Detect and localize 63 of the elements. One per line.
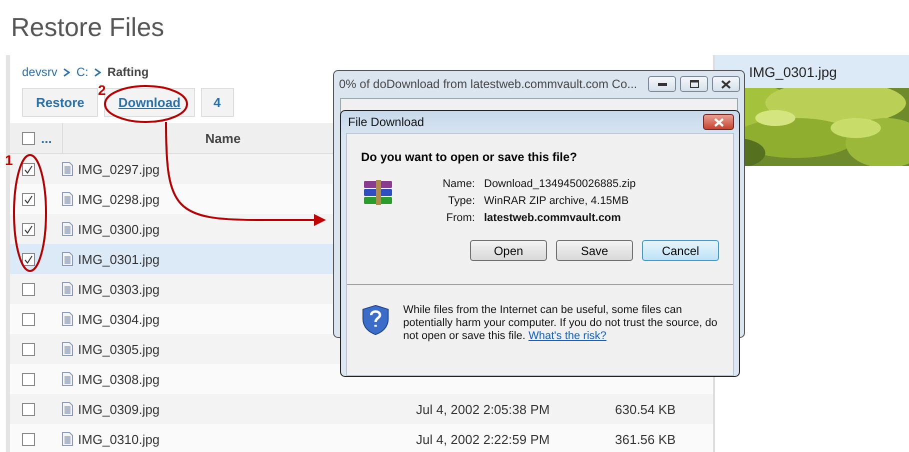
checkbox[interactable] [22,432,35,446]
file-name[interactable]: IMG_0310.jpg [78,432,160,446]
checkbox[interactable] [22,192,35,206]
breadcrumb-link[interactable]: C: [76,65,88,79]
minimize-icon [658,82,666,86]
dialog-button[interactable]: Save [556,240,633,261]
file-name[interactable]: IMG_0305.jpg [78,342,160,356]
checkbox[interactable] [22,282,35,296]
file-name[interactable]: IMG_0297.jpg [78,162,160,176]
maximize-button[interactable] [680,76,708,92]
field-value: latestweb.commvault.com [484,212,622,224]
field-label: Type: [447,195,475,207]
checkbox[interactable] [22,162,35,176]
preview-title: IMG_0301.jpg [749,64,837,80]
file-name[interactable]: IMG_0298.jpg [78,192,160,206]
breadcrumb-link[interactable]: devsrv [22,65,58,79]
annotation-number: 1 [5,152,13,168]
file-name[interactable]: IMG_0309.jpg [78,402,160,416]
dialog-button[interactable]: Open [470,240,547,261]
table-cell: Jul 4, 2002 2:05:38 PM [403,394,598,424]
close-icon [714,118,724,126]
table-cell: Jul 4, 2002 2:22:59 PM [403,424,598,452]
table-cell: 361.56 KB [598,424,713,452]
count-button[interactable]: 4 [200,88,234,117]
field-label: Name: [442,178,475,190]
field-value: Download_1349450026885.zip [484,178,636,190]
download-button[interactable]: Download [104,88,195,117]
risk-link[interactable]: What's the risk? [528,330,606,342]
annotation-number: 2 [98,82,106,98]
checkbox[interactable] [22,222,35,236]
dialog-question: Do you want to open or save this file? [360,149,578,164]
file-icon [62,252,73,266]
breadcrumb-current: Rafting [107,65,149,79]
restore-button[interactable]: Restore [22,88,98,117]
field-value: WinRAR ZIP archive, 4.15MB [484,195,630,207]
file-name[interactable]: IMG_0303.jpg [78,282,160,296]
checkbox[interactable] [22,132,35,144]
checkbox[interactable] [22,342,35,356]
file-name[interactable]: IMG_0300.jpg [78,222,160,236]
checkbox[interactable] [22,372,35,386]
chevron-icon [63,68,70,76]
close-button[interactable] [703,114,734,130]
column-header[interactable]: ... [41,130,52,146]
checkbox[interactable] [22,252,35,266]
close-icon [721,80,731,88]
archive-icon [363,180,395,206]
table-cell: 630.54 KB [598,394,713,424]
file-name[interactable]: IMG_0301.jpg [78,252,160,266]
minimize-button[interactable] [648,76,676,92]
dialog-button[interactable]: Cancel [642,240,719,261]
checkbox[interactable] [22,402,35,416]
page-title: Restore Files [11,12,164,43]
close-button[interactable] [712,76,740,92]
window-title: 0% of doDownload from latestweb.commvault.com Co... [339,77,638,91]
checkbox[interactable] [22,312,35,326]
field-label: From: [445,212,475,224]
maximize-icon [690,80,698,88]
file-name[interactable]: IMG_0308.jpg [78,372,160,386]
shield-icon [362,304,390,336]
file-name[interactable]: IMG_0304.jpg [78,312,160,326]
dialog-title: File Download [348,115,426,129]
chevron-icon [94,68,102,76]
warning-text: While files from the Internet can be useful, some files can potentially harm your computer. If you do not trust the source, do not open or save this file. What's the risk? [403,304,718,344]
